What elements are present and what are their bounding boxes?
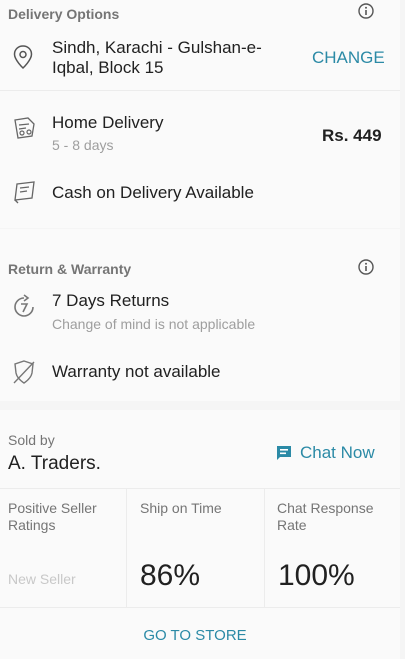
go-to-store-button[interactable]: GO TO STORE [0,627,390,644]
home-delivery-eta: 5 - 8 days [52,137,114,153]
sold-by-label: Sold by [8,432,55,448]
warranty-label: Warranty not available [52,362,221,381]
delivery-options-panel: Delivery Options Sindh, Karachi - Gulsha… [0,0,400,228]
delivery-truck-icon [14,117,35,139]
home-delivery-label: Home Delivery [52,113,164,132]
metric-label: Positive Seller Ratings [8,500,97,533]
return-warranty-panel: Return & Warranty 7 Days Returns Change … [0,229,400,401]
home-delivery-price: Rs. 449 [322,126,382,145]
metric-value: New Seller [8,571,76,587]
info-icon[interactable] [358,259,374,275]
delivery-options-title: Delivery Options [8,6,120,22]
metric-positive-ratings: Positive Seller Ratings New Seller [0,489,126,607]
metric-label: Ship on Time [140,500,222,516]
returns-note: Change of mind is not applicable [52,316,256,332]
seller-panel: Sold by A. Traders. Chat Now Positive Se… [0,410,400,659]
returns-icon [14,294,34,317]
delivery-address-line1: Sindh, Karachi - Gulshan-e- [52,38,262,57]
warranty-shield-icon [13,360,35,384]
delivery-address-line2: Iqbal, Block 15 [52,58,164,77]
cash-on-delivery-icon [14,181,35,204]
metric-ship-on-time: Ship on Time 86% [127,489,264,607]
chat-now-label: Chat Now [300,443,375,462]
metric-chat-response-rate: Chat Response Rate 100% [265,489,400,607]
seller-name[interactable]: A. Traders. [8,453,101,475]
divider [0,607,400,608]
metric-value: 86% [140,559,201,592]
metric-value: 100% [278,559,355,592]
cash-on-delivery-label: Cash on Delivery Available [52,183,254,202]
divider [0,90,400,91]
return-warranty-title: Return & Warranty [8,261,132,277]
info-icon[interactable] [358,3,374,19]
seller-metrics: Positive Seller Ratings New Seller Ship … [0,489,400,607]
chat-icon [277,446,291,460]
returns-label: 7 Days Returns [52,291,170,310]
location-pin-icon [13,45,33,70]
metric-label: Chat Response Rate [277,500,374,533]
chat-now-button[interactable]: Chat Now [276,442,375,464]
change-address-button[interactable]: CHANGE [312,48,385,68]
